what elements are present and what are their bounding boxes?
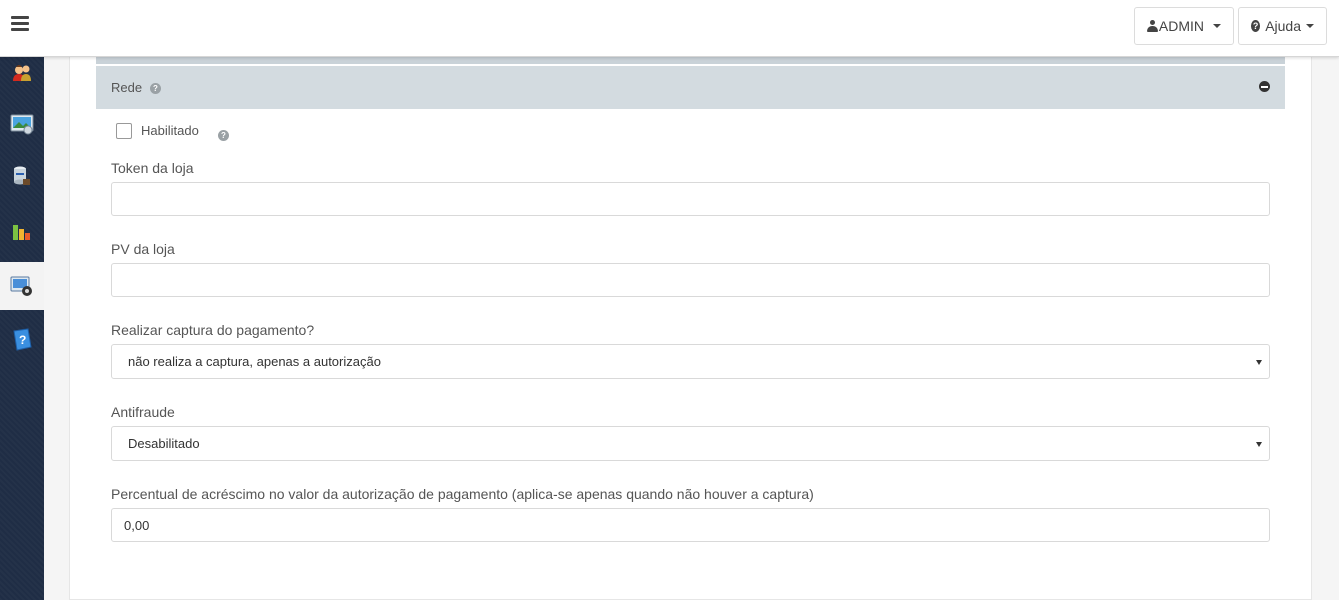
sidebar-item-reports[interactable] bbox=[0, 207, 44, 255]
users-icon bbox=[10, 57, 34, 81]
question-circle-icon[interactable]: ? bbox=[150, 83, 161, 94]
admin-user-dropdown[interactable]: ADMIN bbox=[1134, 7, 1234, 45]
bar-chart-icon bbox=[10, 219, 34, 243]
help-book-icon: ? bbox=[10, 328, 34, 352]
monitor-image-icon bbox=[10, 112, 34, 136]
capture-select[interactable]: não realiza a captura, apenas a autoriza… bbox=[111, 344, 1270, 379]
capture-select-value: não realiza a captura, apenas a autoriza… bbox=[128, 354, 381, 369]
admin-label: ADMIN bbox=[1158, 18, 1204, 34]
caret-down-icon bbox=[1256, 360, 1262, 365]
antifraud-select[interactable]: Desabilitado bbox=[111, 426, 1270, 461]
sidebar-item-media[interactable] bbox=[0, 100, 44, 148]
hamburger-menu-icon[interactable] bbox=[11, 16, 29, 32]
antifraud-label: Antifraude bbox=[111, 404, 175, 420]
capture-label: Realizar captura do pagamento? bbox=[111, 322, 315, 338]
question-circle-icon: ? bbox=[1251, 20, 1261, 32]
database-icon bbox=[10, 164, 34, 188]
percent-label: Percentual de acréscimo no valor da auto… bbox=[111, 486, 814, 502]
help-dropdown[interactable]: ? Ajuda bbox=[1238, 7, 1327, 45]
token-label: Token da loja bbox=[111, 160, 194, 176]
sidebar: ? bbox=[0, 0, 44, 600]
token-input[interactable] bbox=[111, 182, 1270, 216]
sidebar-item-help[interactable]: ? bbox=[0, 316, 44, 364]
previous-section-edge bbox=[96, 57, 1285, 64]
help-label: Ajuda bbox=[1265, 18, 1301, 34]
caret-down-icon bbox=[1256, 442, 1262, 447]
top-navbar: ADMIN ? Ajuda bbox=[0, 0, 1339, 57]
collapse-minus-icon[interactable] bbox=[1259, 81, 1270, 92]
question-circle-icon[interactable]: ? bbox=[218, 130, 229, 141]
section-title: Rede bbox=[111, 80, 143, 95]
sidebar-item-database[interactable] bbox=[0, 152, 44, 200]
enabled-checkbox[interactable] bbox=[116, 123, 132, 139]
chevron-down-icon bbox=[1306, 24, 1314, 28]
enabled-label: Habilitado bbox=[141, 123, 199, 138]
chevron-down-icon bbox=[1213, 24, 1221, 28]
antifraud-select-value: Desabilitado bbox=[128, 436, 200, 451]
user-icon bbox=[1147, 20, 1158, 32]
pv-input[interactable] bbox=[111, 263, 1270, 297]
sidebar-item-settings[interactable] bbox=[0, 262, 44, 310]
percent-input[interactable] bbox=[111, 508, 1270, 542]
settings-icon bbox=[10, 274, 34, 298]
section-header-rede[interactable]: Rede ? bbox=[96, 66, 1285, 109]
svg-text:?: ? bbox=[19, 333, 26, 347]
pv-label: PV da loja bbox=[111, 241, 175, 257]
